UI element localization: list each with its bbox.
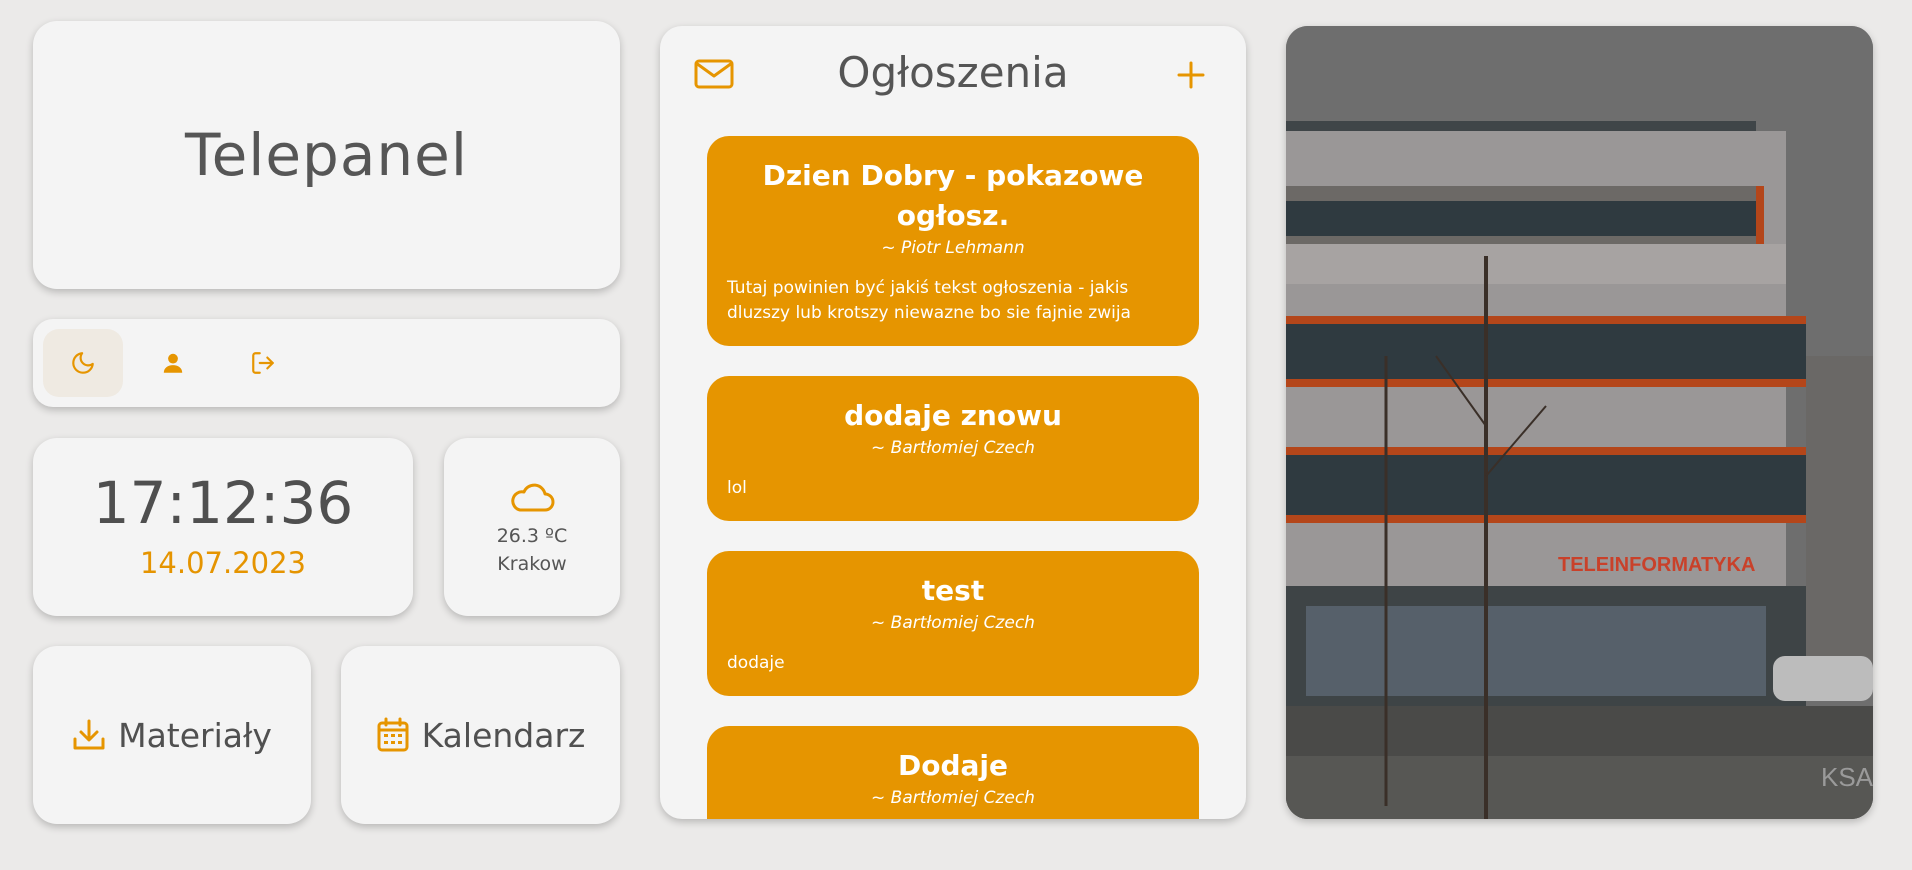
theme-toggle-button[interactable] [43, 329, 123, 397]
user-icon [163, 353, 183, 373]
announcements-header: Ogłoszenia [660, 26, 1246, 126]
weather-card: 26.3 ºC Krakow [444, 438, 620, 616]
announcement-title: Dzien Dobry - pokazowe ogłosz. [762, 159, 1144, 232]
announcement-title: dodaje znowu [844, 399, 1062, 432]
announcement-author: ~ Bartłomiej Czech [871, 438, 1035, 458]
calendar-icon [377, 717, 409, 752]
announcement-item[interactable]: dodaje znowu ~ Bartłomiej Czech lol [707, 376, 1199, 521]
announcement-title: test [921, 574, 985, 607]
logout-button[interactable] [223, 329, 303, 397]
announcements-title: Ogłoszenia [837, 48, 1069, 97]
announcement-author: ~ Piotr Lehmann [881, 238, 1025, 258]
clock-time: 17:12:36 [92, 469, 354, 537]
plus-icon[interactable] [1176, 60, 1206, 90]
announcements-panel: Ogłoszenia Dzien Dobry - pokazowe ogłosz… [660, 26, 1246, 819]
announcement-body: lol [727, 478, 747, 498]
title-card: Telepanel [33, 21, 620, 289]
building-image: TELEINFORMATYKA KSA [1286, 26, 1873, 819]
download-icon [73, 719, 105, 750]
toolbar [33, 319, 620, 407]
announcement-title: Dodaje [897, 749, 1008, 782]
materials-button[interactable]: Materiały [33, 646, 311, 824]
logout-icon [252, 352, 274, 374]
clock-date: 14.07.2023 [139, 546, 307, 580]
cloud-icon [511, 483, 555, 512]
announcements-list[interactable]: Dzien Dobry - pokazowe ogłosz. ~ Piotr L… [707, 136, 1199, 819]
announcement-item[interactable]: Dzien Dobry - pokazowe ogłosz. ~ Piotr L… [707, 136, 1199, 346]
weather-city: Krakow [497, 553, 567, 575]
announcement-body: dodaje [727, 653, 785, 673]
building-sign: TELEINFORMATYKA [1558, 554, 1755, 576]
profile-button[interactable] [133, 329, 213, 397]
announcement-author: ~ Bartłomiej Czech [871, 613, 1035, 633]
building-photo: TELEINFORMATYKA KSA [1286, 26, 1873, 819]
weather-temperature: 26.3 ºC [496, 525, 568, 547]
announcement-item[interactable]: test ~ Bartłomiej Czech dodaje [707, 551, 1199, 696]
app-title: Telepanel [185, 121, 468, 189]
watermark-text: KSA [1821, 762, 1873, 792]
announcement-author: ~ Bartłomiej Czech [871, 788, 1035, 808]
calendar-button[interactable]: Kalendarz [341, 646, 620, 824]
calendar-label: Kalendarz [421, 715, 586, 755]
announcement-item[interactable]: Dodaje ~ Bartłomiej Czech [707, 726, 1199, 819]
clock-card: 17:12:36 14.07.2023 [33, 438, 413, 616]
materials-label: Materiały [118, 715, 272, 755]
announcement-body: Tutaj powinien być jakiś tekst ogłoszeni… [727, 278, 1131, 323]
moon-icon [72, 352, 94, 374]
